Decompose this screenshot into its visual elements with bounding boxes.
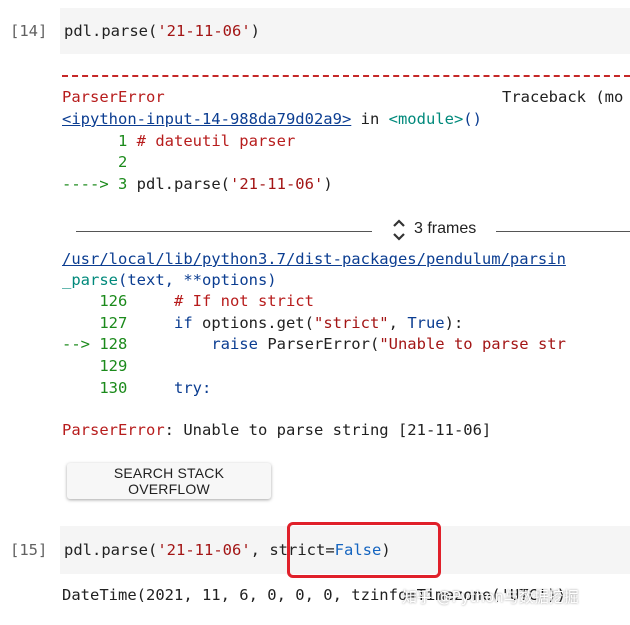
code-string: '21-11-06' [157,22,251,40]
module-link: <module> [388,110,464,128]
code-comment: # If not strict [127,292,314,310]
cell-input-14[interactable]: pdl.parse('21-11-06') [60,8,630,54]
error-name: ParserError [62,88,165,106]
traceback-dashed-separator [62,75,630,77]
code-keyword: if [127,314,193,332]
search-stack-overflow-button[interactable]: SEARCH STACK OVERFLOW [67,463,271,499]
frame-line-127: 127 if options.get("strict", True): [62,314,463,332]
line-number: 130 [62,379,128,397]
frame-line-128: --> 128 raise ParserError("Unable to par… [62,335,566,353]
frames-label[interactable]: 3 frames [414,220,476,238]
traceback-header: ParserError [62,88,165,106]
code-text: ParserError( [257,335,380,353]
code-text: ) [323,175,333,193]
code-text: ): [444,314,464,332]
frames-rule-left [76,231,372,232]
line-number: 2 [62,153,128,171]
expand-collapse-icon[interactable] [392,217,406,243]
code-string: "strict" [313,314,389,332]
frames-rule-right [496,231,630,232]
in-text: in [351,110,389,128]
error-message: : Unable to parse string [21-11-06] [164,421,492,439]
error-arrow: ----> 3 [62,175,128,193]
file-link[interactable]: /usr/local/lib/python3.7/dist-packages/p… [62,250,566,268]
traceback-location: <ipython-input-14-988da79d02a9> in <modu… [62,110,482,128]
ipython-input-link[interactable]: <ipython-input-14-988da79d02a9> [62,110,351,128]
line-number: 129 [62,357,128,375]
code-keyword: try: [127,379,212,397]
traceback-label: Traceback (mo [502,88,624,106]
traceback-line-3: ----> 3 pdl.parse('21-11-06') [62,175,333,193]
line-number: 126 [62,292,128,310]
code-string: "Unable to parse str [379,335,566,353]
cell-prompt-15: [15] [10,541,48,559]
frames-toggle[interactable]: 3 frames [60,219,630,247]
code-keyword: True [407,314,445,332]
code-text: , [388,314,408,332]
code-string: '21-11-06' [229,175,324,193]
frame-line-129: 129 [62,357,127,375]
code-keyword: raise [127,335,258,353]
code-text: pdl.parse( [64,22,158,40]
line-number: 127 [62,314,128,332]
code-text: options.get( [192,314,314,332]
code-text: pdl.parse( [127,175,230,193]
highlight-annotation-box [287,522,441,578]
error-name: ParserError [62,421,165,439]
function-name: _parse [62,271,118,289]
frame-line-130: 130 try: [62,379,211,397]
function-args: (text, **options) [118,271,277,289]
code-cell-14[interactable]: [14] pdl.parse('21-11-06') [0,0,630,56]
frame-file-path: /usr/local/lib/python3.7/dist-packages/p… [62,250,566,268]
cell-14-code: pdl.parse('21-11-06') [64,22,260,40]
code-comment: # dateutil parser [127,132,296,150]
code-text: ) [250,22,260,40]
error-arrow: --> 128 [62,335,128,353]
module-parens: () [463,110,482,128]
final-error-line: ParserError: Unable to parse string [21-… [62,421,491,439]
cell-prompt-14: [14] [10,22,48,40]
traceback-line-2: 2 [62,153,127,171]
code-text: , [250,541,270,559]
frame-function: _parse(text, **options) [62,271,277,289]
line-number: 1 [62,132,128,150]
code-string: '21-11-06' [157,541,251,559]
traceback-line-1: 1 # dateutil parser [62,132,295,150]
watermark-text: 知乎 @Python与数据挖掘 [402,588,579,606]
code-text: pdl.parse( [64,541,158,559]
frame-line-126: 126 # If not strict [62,292,314,310]
